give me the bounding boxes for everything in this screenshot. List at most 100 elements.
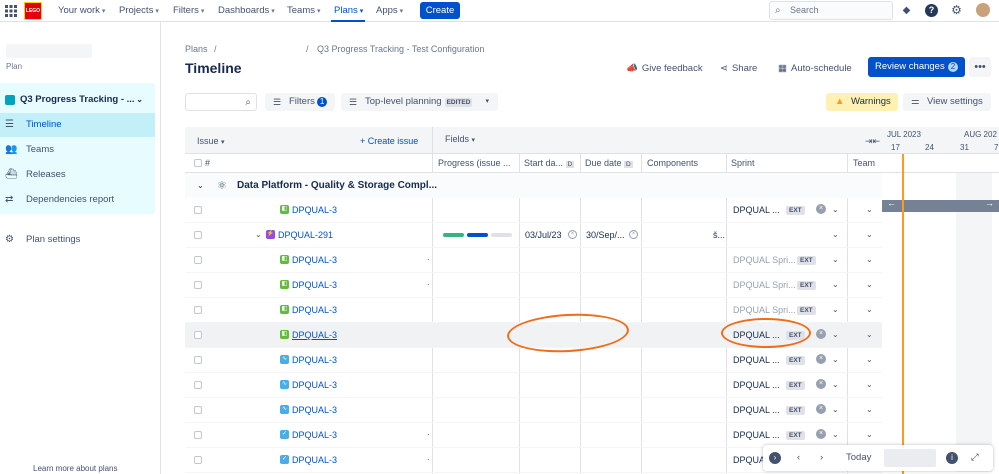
chevron-down-icon[interactable]: ⌄ xyxy=(832,373,839,397)
help-icon[interactable]: ? xyxy=(925,4,938,17)
collapse-fields-icon[interactable]: ⇥⇤ xyxy=(865,133,880,149)
warnings-button[interactable]: ▲ Warnings xyxy=(826,93,898,111)
progress-column-header[interactable]: Progress (issue ... xyxy=(438,155,511,171)
clear-sprint-icon[interactable]: × xyxy=(816,204,826,214)
chevron-down-icon[interactable]: ⌄ xyxy=(866,298,873,322)
sidebar-item-plan-settings[interactable]: ⚙ Plan settings xyxy=(0,228,155,252)
review-changes-button[interactable]: Review changes 2 xyxy=(868,57,965,77)
zoom-level-select[interactable] xyxy=(884,449,936,467)
chevron-down-icon[interactable]: ⌄ xyxy=(866,198,873,222)
issue-key-link[interactable]: DPQUAL-3 xyxy=(292,348,337,372)
give-feedback-button[interactable]: 📣 Give feedback xyxy=(626,62,703,76)
settings-gear-icon[interactable]: ⚙ xyxy=(950,4,963,17)
chevron-down-icon[interactable]: ⌄ xyxy=(866,248,873,272)
view-settings-button[interactable]: ⚌ View settings xyxy=(903,93,991,111)
nav-apps[interactable]: Apps ▾ xyxy=(376,0,403,22)
epic-timeline-bar[interactable]: ← → xyxy=(882,198,999,212)
chevron-down-icon[interactable]: ⌄ xyxy=(866,273,873,297)
chevron-down-icon[interactable]: ⌄ xyxy=(866,373,873,397)
more-actions-button[interactable]: ••• xyxy=(969,57,991,77)
sidebar-item-releases[interactable]: ⛴ Releases xyxy=(0,163,155,187)
issue-key-link[interactable]: DPQUAL-291 xyxy=(278,223,333,247)
top-level-planning-dropdown[interactable]: ☰ Top-level planning EDITED ▾ xyxy=(341,93,498,111)
chevron-down-icon[interactable]: ⌄ xyxy=(866,398,873,422)
sprint-value[interactable]: DPQUAL Spri... xyxy=(733,248,796,272)
table-row[interactable]: ◧ DPQUAL-3 DPQUAL ... EXT × ⌄ ⌄ xyxy=(185,198,882,223)
issue-key-link[interactable]: DPQUAL-3 xyxy=(292,248,337,272)
nav-plans[interactable]: Plans ▾ xyxy=(334,0,363,22)
row-checkbox[interactable] xyxy=(194,256,202,264)
nav-projects[interactable]: Projects ▾ xyxy=(119,0,159,22)
components-column-header[interactable]: Components xyxy=(647,155,698,171)
issue-key-link[interactable]: DPQUAL-3 xyxy=(292,398,337,422)
chevron-down-icon[interactable]: ⌄ xyxy=(866,323,873,347)
sprint-value[interactable]: DPQUAL ... xyxy=(733,348,780,372)
issue-key-link[interactable]: DPQUAL-3 xyxy=(292,373,337,397)
fields-header[interactable]: Fields ▾ xyxy=(445,131,475,149)
clear-sprint-icon[interactable]: × xyxy=(816,429,826,439)
row-checkbox[interactable] xyxy=(194,381,202,389)
table-row[interactable]: ∿ DPQUAL-3 DPQUAL ... EXT × ⌄ ⌄ xyxy=(185,348,882,373)
start-date-column-header[interactable]: Start da... D xyxy=(524,155,575,173)
clear-sprint-icon[interactable]: × xyxy=(816,379,826,389)
clear-sprint-icon[interactable]: × xyxy=(816,404,826,414)
filters-button[interactable]: ☰ Filters 1 xyxy=(265,93,335,111)
due-date-value[interactable]: 30/Sep/... xyxy=(586,223,625,247)
chevron-down-icon[interactable]: ⌄ xyxy=(832,273,839,297)
sprint-value[interactable]: DPQUAL ... xyxy=(733,398,780,422)
row-checkbox[interactable] xyxy=(194,331,202,339)
lego-logo[interactable]: LEGO xyxy=(24,2,42,20)
issue-column-header[interactable]: Issue ▾ xyxy=(197,133,225,151)
nav-your-work[interactable]: Your work ▾ xyxy=(58,0,105,22)
clear-sprint-icon[interactable]: × xyxy=(816,354,826,364)
scroll-left-icon[interactable]: ‹ xyxy=(797,445,800,471)
table-row[interactable]: ∿ DPQUAL-3 DPQUAL ... EXT × ⌄ ⌄ xyxy=(185,398,882,423)
chevron-down-icon[interactable]: ⌄ xyxy=(255,223,262,247)
select-all-checkbox[interactable] xyxy=(194,159,202,167)
row-checkbox[interactable] xyxy=(194,231,202,239)
nav-teams[interactable]: Teams ▾ xyxy=(287,0,321,22)
chevron-down-icon[interactable]: ⌄ xyxy=(197,173,204,198)
sprint-value[interactable]: DPQUAL ... xyxy=(733,423,780,447)
clear-icon[interactable]: × xyxy=(568,230,577,239)
start-date-value[interactable]: 03/Jul/23 xyxy=(525,223,562,247)
issue-key-link[interactable]: DPQUAL-3 xyxy=(292,323,337,347)
chevron-down-icon[interactable]: ⌄ xyxy=(832,323,839,347)
issue-key-link[interactable]: DPQUAL-3 xyxy=(292,198,337,222)
breadcrumb-plans[interactable]: Plans xyxy=(185,44,208,54)
issue-key-link[interactable]: DPQUAL-3 xyxy=(292,298,337,322)
issue-key-link[interactable]: DPQUAL-3 xyxy=(292,423,337,447)
create-button[interactable]: Create xyxy=(420,2,460,19)
chevron-down-icon[interactable]: ⌄ xyxy=(832,248,839,272)
chevron-down-icon[interactable]: ⌄ xyxy=(832,398,839,422)
learn-more-link[interactable]: Learn more about plans xyxy=(33,464,118,473)
row-checkbox[interactable] xyxy=(194,281,202,289)
chevron-down-icon[interactable]: ⌄ xyxy=(832,298,839,322)
row-checkbox[interactable] xyxy=(194,431,202,439)
sidebar-item-dependencies[interactable]: ⇄ Dependencies report xyxy=(0,188,155,212)
team-column-header[interactable]: Team xyxy=(853,155,875,171)
fullscreen-icon[interactable]: ⤢ xyxy=(971,445,979,471)
sidebar-item-teams[interactable]: 👥 Teams xyxy=(0,138,155,162)
chevron-down-icon[interactable]: ⌄ xyxy=(866,223,873,247)
table-row[interactable]: ◧ DPQUAL-3. DPQUAL Spri... EXT ⌄ ⌄ xyxy=(185,248,882,273)
issue-key-link[interactable]: DPQUAL-3 xyxy=(292,448,337,472)
row-checkbox[interactable] xyxy=(194,206,202,214)
user-avatar[interactable] xyxy=(976,3,990,17)
sprint-value[interactable]: DPQUAL ... xyxy=(733,198,780,222)
create-issue-button[interactable]: + Create issue xyxy=(360,133,418,149)
row-checkbox[interactable] xyxy=(194,306,202,314)
app-switcher-icon[interactable] xyxy=(5,5,17,17)
row-checkbox[interactable] xyxy=(194,456,202,464)
nav-dashboards[interactable]: Dashboards ▾ xyxy=(218,0,275,22)
row-checkbox[interactable] xyxy=(194,406,202,414)
table-row[interactable]: ⌄ ⚡ DPQUAL-291 03/Jul/23 × 30/Sep/... × š... ⌄ ⌄ xyxy=(185,223,882,248)
today-button[interactable]: Today xyxy=(846,445,871,471)
chevron-down-icon[interactable]: ⌄ xyxy=(832,348,839,372)
chevron-down-icon[interactable]: ⌄ xyxy=(866,348,873,372)
due-date-column-header[interactable]: Due date D xyxy=(585,155,633,173)
issue-key-link[interactable]: DPQUAL-3 xyxy=(292,273,337,297)
group-row[interactable]: ⌄ ⚛ Data Platform - Quality & Storage Co… xyxy=(185,173,882,198)
sidebar-plan-selector[interactable]: Q3 Progress Tracking - ... ⌄ xyxy=(0,88,155,112)
auto-schedule-button[interactable]: ▦ Auto-schedule xyxy=(778,62,852,76)
